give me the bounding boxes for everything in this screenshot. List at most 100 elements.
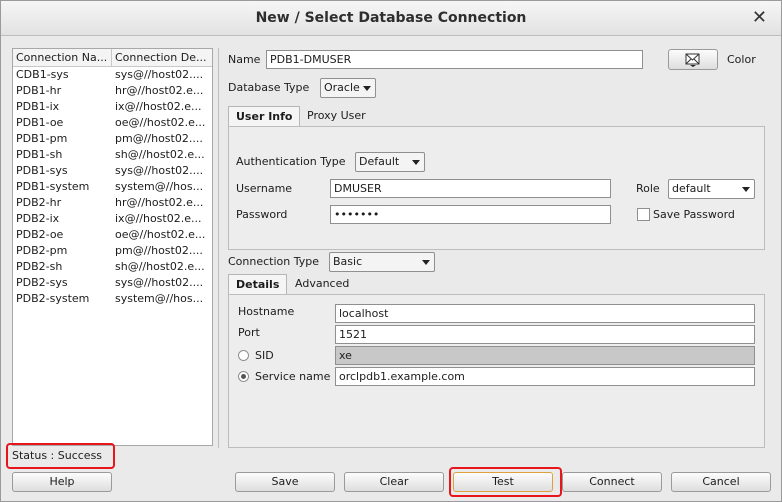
connection-details-cell: pm@//host02.... (115, 244, 203, 257)
table-row[interactable]: PDB2-hr hr@//host02.e... (13, 195, 212, 211)
table-row[interactable]: PDB1-oe oe@//host02.e... (13, 115, 212, 131)
service-name-label: Service name (255, 370, 331, 383)
connection-type-label: Connection Type (228, 255, 320, 268)
close-icon[interactable]: ✕ (752, 7, 767, 28)
service-name-input[interactable]: orclpdb1.example.com (335, 367, 755, 386)
authentication-type-select[interactable]: Default (355, 152, 425, 172)
port-input[interactable]: 1521 (335, 325, 755, 344)
connection-details-cell: sh@//host02.e... (115, 260, 205, 273)
color-button[interactable] (668, 49, 718, 70)
chevron-down-icon (742, 187, 750, 192)
connection-type-select[interactable]: Basic (329, 252, 435, 272)
tab-advanced[interactable]: Advanced (288, 274, 356, 295)
test-button[interactable]: Test (453, 472, 553, 492)
password-input[interactable]: ••••••• (330, 205, 611, 224)
connection-name-cell: CDB1-sys (16, 68, 69, 81)
dialog-title: New / Select Database Connection (255, 10, 527, 26)
database-type-value: Oracle (324, 81, 360, 94)
chevron-down-icon (412, 160, 420, 165)
connection-details-cell: sys@//host02.... (115, 276, 204, 289)
connection-name-cell: PDB2-sys (16, 276, 68, 289)
username-label: Username (236, 182, 293, 195)
tab-details[interactable]: Details (228, 274, 288, 295)
connection-name-cell: PDB2-ix (16, 212, 60, 225)
table-row[interactable]: PDB1-sys sys@//host02.... (13, 163, 212, 179)
database-type-label: Database Type (228, 81, 310, 94)
role-value: default (672, 182, 711, 195)
table-row[interactable]: PDB2-oe oe@//host02.e... (13, 227, 212, 243)
role-select[interactable]: default (668, 179, 755, 199)
connection-details-cell: pm@//host02.... (115, 132, 203, 145)
connection-name-cell: PDB2-sh (16, 260, 63, 273)
connection-details-cell: oe@//host02.e... (115, 228, 206, 241)
chevron-down-icon (422, 260, 430, 265)
save-button[interactable]: Save (235, 472, 335, 492)
connection-details-cell: hr@//host02.e... (115, 84, 204, 97)
connection-details-cell: ix@//host02.e... (115, 100, 202, 113)
connection-details-cell: hr@//host02.e... (115, 196, 204, 209)
connection-type-value: Basic (333, 255, 363, 268)
table-row[interactable]: PDB2-sh sh@//host02.e... (13, 259, 212, 275)
status-text: Status : Success (12, 449, 103, 462)
connection-details-cell: ix@//host02.e... (115, 212, 202, 225)
name-input[interactable]: PDB1-DMUSER (266, 50, 643, 69)
authentication-type-value: Default (359, 155, 400, 168)
connection-name-cell: PDB1-pm (16, 132, 68, 145)
connection-name-cell: PDB1-system (16, 180, 90, 193)
connection-rows: CDB1-sys sys@//host02.... PDB1-hr hr@//host… (13, 67, 212, 307)
connection-name-cell: PDB1-hr (16, 84, 62, 97)
connection-list-header: Connection Na... Connection De... (13, 49, 212, 67)
table-row[interactable]: PDB2-pm pm@//host02.... (13, 243, 212, 259)
save-password-checkbox[interactable] (637, 208, 650, 221)
sid-input[interactable]: xe (335, 346, 755, 365)
table-row[interactable]: PDB1-hr hr@//host02.e... (13, 83, 212, 99)
table-row[interactable]: PDB1-ix ix@//host02.e... (13, 99, 212, 115)
connection-details-cell: sh@//host02.e... (115, 148, 205, 161)
clear-button[interactable]: Clear (344, 472, 444, 492)
table-row[interactable]: PDB2-ix ix@//host02.e... (13, 211, 212, 227)
connection-details-cell: sys@//host02.... (115, 164, 204, 177)
name-label: Name (228, 53, 261, 66)
envelope-icon (685, 53, 700, 67)
port-label: Port (238, 326, 260, 339)
splitter[interactable] (218, 48, 219, 448)
connection-name-cell: PDB1-oe (16, 116, 64, 129)
username-input[interactable]: DMUSER (330, 179, 611, 198)
connect-button[interactable]: Connect (562, 472, 662, 492)
table-row[interactable]: PDB2-system system@//hos... (13, 291, 212, 307)
password-label: Password (236, 208, 288, 221)
connection-details-cell: system@//hos... (115, 292, 204, 305)
service-name-radio[interactable] (238, 371, 249, 382)
table-row[interactable]: PDB1-pm pm@//host02.... (13, 131, 212, 147)
connection-details-cell: oe@//host02.e... (115, 116, 206, 129)
connection-name-cell: PDB1-ix (16, 100, 60, 113)
tab-proxy-user[interactable]: Proxy User (300, 106, 373, 127)
sid-radio[interactable] (238, 350, 249, 361)
connection-name-cell: PDB1-sys (16, 164, 68, 177)
connection-name-cell: PDB2-pm (16, 244, 68, 257)
connection-name-cell: PDB2-system (16, 292, 90, 305)
cancel-button[interactable]: Cancel (671, 472, 771, 492)
connection-name-cell: PDB2-hr (16, 196, 62, 209)
save-password-label: Save Password (653, 208, 735, 221)
authentication-type-label: Authentication Type (236, 155, 346, 168)
table-row[interactable]: PDB1-system system@//hos... (13, 179, 212, 195)
help-button[interactable]: Help (12, 472, 112, 492)
table-row[interactable]: CDB1-sys sys@//host02.... (13, 67, 212, 83)
connection-name-cell: PDB1-sh (16, 148, 63, 161)
database-type-select[interactable]: Oracle (320, 78, 376, 98)
sid-label: SID (255, 349, 274, 362)
table-row[interactable]: PDB1-sh sh@//host02.e... (13, 147, 212, 163)
connection-name-cell: PDB2-oe (16, 228, 64, 241)
dialog-window: New / Select Database Connection ✕ Conne… (0, 0, 782, 502)
color-label: Color (727, 53, 756, 66)
tab-user-info[interactable]: User Info (228, 106, 301, 127)
connection-details-cell: system@//hos... (115, 180, 204, 193)
hostname-input[interactable]: localhost (335, 304, 755, 323)
column-header-connection-name[interactable]: Connection Na... (13, 49, 112, 66)
table-row[interactable]: PDB2-sys sys@//host02.... (13, 275, 212, 291)
chevron-down-icon (363, 86, 371, 91)
hostname-label: Hostname (238, 305, 295, 318)
connection-list[interactable]: Connection Na... Connection De... CDB1-s… (12, 48, 213, 446)
column-header-connection-details[interactable]: Connection De... (112, 49, 210, 66)
